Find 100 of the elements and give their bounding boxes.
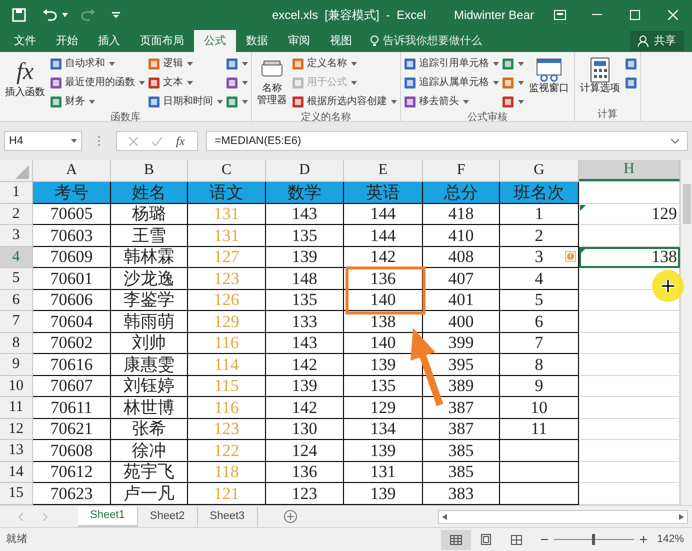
normal-view-icon[interactable] xyxy=(441,530,472,550)
ribbon-tab[interactable]: 审阅 xyxy=(278,30,320,52)
column-header[interactable]: F xyxy=(423,160,500,181)
zoom-in-icon[interactable] xyxy=(640,536,648,543)
vertical-scrollbar[interactable] xyxy=(680,160,692,505)
person-icon xyxy=(638,35,650,47)
row-header[interactable]: 7 xyxy=(0,311,33,332)
row-header[interactable]: 13 xyxy=(0,440,33,462)
caret-icon xyxy=(351,62,357,66)
row-header[interactable]: 11 xyxy=(0,397,33,418)
caret-icon xyxy=(89,100,95,104)
ribbon-tab[interactable]: 数据 xyxy=(236,30,278,52)
table-cell: 135 xyxy=(266,290,344,311)
formula-field[interactable]: =MEDIAN(E5:E6) xyxy=(206,131,688,151)
ribbon-button[interactable]: 监视窗口 xyxy=(527,55,571,110)
watch-window-icon xyxy=(535,57,563,83)
sheet-tab[interactable]: Sheet1 xyxy=(78,506,138,526)
name-box[interactable]: H4 xyxy=(4,131,82,151)
row-header[interactable]: 5 xyxy=(0,268,33,290)
table-cell: 131 xyxy=(188,204,266,225)
table-cell: 刘钰婷 xyxy=(111,376,188,397)
caret-icon[interactable] xyxy=(62,13,68,17)
ribbon-tab[interactable]: 文件 xyxy=(4,30,46,52)
ribbon-tab[interactable]: 页面布局 xyxy=(130,30,194,52)
ribbon-tab[interactable]: 公式 xyxy=(194,30,236,52)
column-header[interactable]: D xyxy=(266,160,344,181)
horizontal-scrollbar[interactable] xyxy=(438,510,688,524)
ribbon-button[interactable]: 逻辑 xyxy=(148,55,223,72)
column-header[interactable]: B xyxy=(111,160,188,181)
table-cell: 沙龙逸 xyxy=(111,268,188,290)
scroll-left-icon[interactable] xyxy=(442,514,447,520)
customize-icon[interactable] xyxy=(112,12,120,18)
row-header[interactable]: 3 xyxy=(0,225,33,246)
close-icon[interactable] xyxy=(668,10,678,20)
zoom-slider-thumb[interactable] xyxy=(592,534,595,545)
row-header[interactable]: 2 xyxy=(0,204,33,225)
undo-icon[interactable] xyxy=(42,9,58,21)
ribbon-button[interactable]: 最近使用的函数 xyxy=(50,74,145,91)
ribbon-button[interactable]: 追踪从属单元格 xyxy=(404,74,499,91)
insert-function-button[interactable]: fx xyxy=(176,132,185,150)
ribbon-button[interactable]: 自动求和 xyxy=(50,55,145,72)
column-header[interactable]: H xyxy=(579,160,680,181)
ribbon-button[interactable]: 财务 xyxy=(50,93,145,110)
column-header[interactable]: A xyxy=(33,160,111,181)
ribbon-button[interactable]: 移去箭头 xyxy=(404,93,499,110)
ribbon-button[interactable]: 计算选项 xyxy=(578,55,622,107)
row-header[interactable]: 9 xyxy=(0,354,33,376)
insert-function-button[interactable]: fx 插入函数 xyxy=(3,55,47,110)
table-cell: 70623 xyxy=(33,483,111,504)
table-cell: 148 xyxy=(266,268,344,290)
table-cell: 116 xyxy=(188,332,266,354)
ribbon-button[interactable]: 根据所选内容创建 xyxy=(292,93,397,110)
save-icon[interactable] xyxy=(12,8,26,22)
table-cell: 407 xyxy=(423,268,500,290)
maximize-icon[interactable] xyxy=(630,10,640,20)
function-icon xyxy=(226,58,238,70)
table-cell: 385 xyxy=(423,440,500,462)
caret-icon xyxy=(391,100,397,104)
ribbon-display-icon[interactable] xyxy=(554,10,566,20)
ribbon-tab[interactable]: 插入 xyxy=(88,30,130,52)
table-cell: 139 xyxy=(344,483,423,504)
row-header[interactable]: 8 xyxy=(0,332,33,354)
ribbon-button[interactable]: 日期和时间 xyxy=(148,93,223,110)
row-header[interactable]: 12 xyxy=(0,418,33,440)
tell-me-field[interactable]: 告诉我你想要做什么 xyxy=(383,32,513,50)
row-header[interactable]: 1 xyxy=(0,182,33,204)
ribbon-tab[interactable]: 开始 xyxy=(46,30,88,52)
scroll-right-icon[interactable] xyxy=(679,514,684,520)
expand-icon[interactable] xyxy=(671,138,679,144)
ribbon-button[interactable]: 名称 管理器 xyxy=(255,55,289,110)
caret-icon[interactable] xyxy=(71,139,77,143)
add-sheet-icon[interactable] xyxy=(284,510,297,523)
function-icon xyxy=(226,96,238,108)
table-cell: 70611 xyxy=(33,397,111,418)
share-button[interactable]: 共享 xyxy=(630,31,684,51)
column-header[interactable]: C xyxy=(188,160,266,181)
row-header[interactable]: 4 xyxy=(0,246,33,268)
table-cell: 语文 xyxy=(188,182,266,204)
row-header[interactable]: 14 xyxy=(0,462,33,483)
ribbon-button[interactable]: 定义名称 xyxy=(292,55,397,72)
ribbon-button[interactable]: 追踪引用单元格 xyxy=(404,55,499,72)
caret-icon xyxy=(217,100,223,104)
table-cell: 144 xyxy=(344,204,423,225)
row-header[interactable]: 6 xyxy=(0,290,33,311)
minimize-icon[interactable] xyxy=(592,14,602,16)
check-icon[interactable] xyxy=(152,136,162,146)
table-cell: 5 xyxy=(500,290,579,311)
table-cell: 135 xyxy=(266,225,344,246)
ribbon-tab[interactable]: 视图 xyxy=(320,30,362,52)
ribbon-button[interactable]: 文本 xyxy=(148,74,223,91)
table-cell: 129 xyxy=(188,311,266,332)
table-cell: 林世博 xyxy=(111,397,188,418)
row-header[interactable]: 15 xyxy=(0,483,33,504)
caret-icon xyxy=(242,100,248,104)
table-cell: 114 xyxy=(188,354,266,376)
table-cell: 395 xyxy=(423,354,500,376)
column-header[interactable]: E xyxy=(344,160,423,181)
table-cell: 142 xyxy=(266,354,344,376)
table-cell: 2 xyxy=(500,225,579,246)
row-header[interactable]: 10 xyxy=(0,376,33,397)
